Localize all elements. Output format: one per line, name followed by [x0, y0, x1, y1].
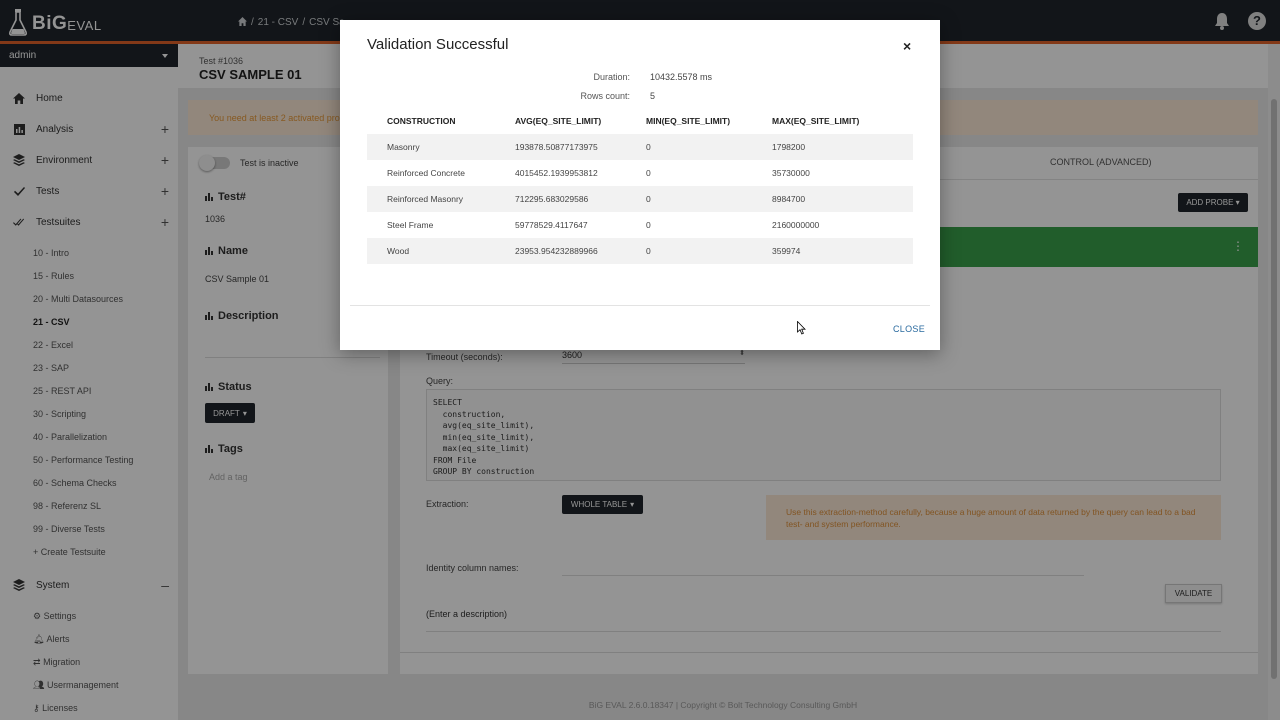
table-cell: 359974 [752, 238, 913, 264]
table-cell: Masonry [367, 134, 495, 160]
column-header: MIN(EQ_SITE_LIMIT) [646, 116, 731, 126]
table-cell: 0 [626, 134, 752, 160]
table-cell: 0 [646, 220, 651, 230]
result-table: CONSTRUCTION AVG(EQ_SITE_LIMIT) MIN(EQ_S… [367, 108, 913, 264]
table-header-row: CONSTRUCTION AVG(EQ_SITE_LIMIT) MIN(EQ_S… [367, 108, 913, 134]
table-cell: 35730000 [772, 168, 810, 178]
duration-value: 10432.5578 ms [650, 72, 713, 82]
table-row: Steel Frame 59778529.4117647 0 216000000… [367, 212, 913, 238]
validation-modal: Validation Successful × Duration: 10432.… [340, 20, 940, 350]
table-cell: 59778529.4117647 [515, 220, 588, 230]
table-cell: Wood [367, 238, 495, 264]
table-cell: 23953.954232889966 [495, 238, 626, 264]
table-cell: 4015452.1939953812 [515, 168, 598, 178]
table-row: Masonry 193878.50877173975 0 1798200 [367, 134, 913, 160]
table-cell: 0 [626, 186, 752, 212]
table-cell: 0 [646, 168, 651, 178]
modal-divider [350, 305, 930, 306]
rows-count-label: Rows count: [580, 91, 630, 101]
table-cell: 193878.50877173975 [495, 134, 626, 160]
table-row: Reinforced Masonry 712295.683029586 0 89… [367, 186, 913, 212]
table-cell: 8984700 [752, 186, 913, 212]
table-cell: Reinforced Concrete [387, 168, 465, 178]
column-header: AVG(EQ_SITE_LIMIT) [515, 116, 602, 126]
table-cell: Steel Frame [387, 220, 434, 230]
table-row: Reinforced Concrete 4015452.1939953812 0… [367, 160, 913, 186]
column-header: MAX(EQ_SITE_LIMIT) [772, 116, 860, 126]
table-cell: Reinforced Masonry [367, 186, 495, 212]
duration-label: Duration: [593, 72, 630, 82]
modal-title: Validation Successful [367, 36, 509, 53]
close-icon[interactable]: × [903, 38, 911, 54]
table-cell: 1798200 [752, 134, 913, 160]
table-row: Wood 23953.954232889966 0 359974 [367, 238, 913, 264]
close-button[interactable]: CLOSE [893, 324, 925, 334]
table-cell: 712295.683029586 [495, 186, 626, 212]
table-cell: 2160000000 [772, 220, 820, 230]
column-header: CONSTRUCTION [387, 116, 456, 126]
rows-count-value: 5 [650, 91, 656, 101]
mouse-cursor-icon [797, 321, 806, 335]
table-cell: 0 [626, 238, 752, 264]
